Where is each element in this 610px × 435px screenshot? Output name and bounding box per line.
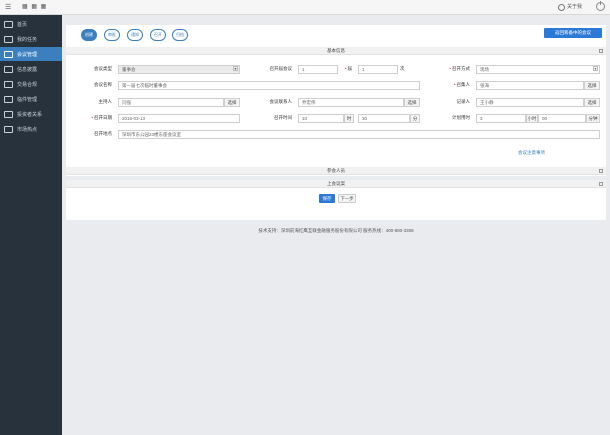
sidebar-item-my-tasks[interactable]: 我的任务 [0,32,62,46]
save-button[interactable]: 保存 [319,194,335,203]
basic-info-section: 基本信息 会议类型 董事会 ▾ 召开届会议 1 届 1 次 召开方式 现场 ▾ … [66,47,606,173]
convener-label: 召集人 [436,81,471,89]
session-number-label: 届 [340,65,353,73]
time-hour-field[interactable]: 10 [298,114,344,123]
session-label: 召开届会议 [269,66,293,71]
meeting-name-field[interactable]: 第一届七次临时董事会 [118,81,420,90]
duration-minutes-unit: 分钟 [586,114,600,123]
main-content: 创建 审批 通知 召开 归档 返回筹备中的会议 基本信息 会议类型 董事会 ▾ … [62,15,610,435]
duration-label: 计划用时 [452,115,470,120]
section-title: 参会人员 [327,168,345,173]
sidebar-item-label: 首页 [17,21,28,28]
step-create[interactable]: 创建 [81,29,97,41]
sidebar-item-meetings[interactable]: 会议管理 [0,47,62,61]
back-to-preparing-button[interactable]: 返回筹备中的会议 [544,28,602,38]
convener-select-button[interactable]: 选择 [584,81,600,90]
task-icon [4,35,13,43]
section-header[interactable]: 基本信息 [66,47,606,55]
sidebar-item-label: 会议管理 [17,51,38,58]
sidebar-item-investor-relations[interactable]: 投资者关系 [0,107,62,121]
sidebar: 首页 我的任务 会议管理 信息披露 交易合规 临件管理 投资者关系 市场热点 [0,15,62,435]
form-actions: 保存 下一步 [66,190,606,212]
expand-icon[interactable] [599,182,603,186]
host-field[interactable]: 闫强 [118,98,224,107]
investor-icon [4,110,13,118]
apps-grid-icon[interactable]: ▦ ▦ ▦ [22,3,47,12]
power-icon[interactable] [596,1,605,11]
section-header[interactable]: 参会人员 [66,167,606,175]
sidebar-item-disclosure[interactable]: 信息披露 [0,62,62,76]
top-bar: ☰ ▦ ▦ ▦ 关于我 [0,0,610,15]
sidebar-item-label: 市场热点 [17,126,38,133]
market-icon [4,125,13,133]
sidebar-item-label: 临件管理 [17,96,38,103]
document-icon [4,95,13,103]
section-header[interactable]: 上会议案 [66,180,606,188]
agenda-section: 上会议案 保存 下一步 [66,180,606,220]
contact-field[interactable]: 乔宏伟 [298,98,404,107]
step-convene[interactable]: 召开 [150,29,166,41]
step-archive[interactable]: 归档 [172,29,188,41]
location-field[interactable]: 深圳市东公园23楼东座会议室 [118,130,600,139]
meeting-type-picker-icon[interactable]: ▾ [233,66,238,71]
time-label: 召开时间 [274,115,292,120]
duration-minutes-field[interactable]: 00 [538,114,586,123]
meeting-notes-link[interactable]: 会议注意事项 [518,149,545,156]
section-title: 基本信息 [327,48,345,53]
contact-label: 会议联系人 [269,99,293,104]
chevron-down-icon[interactable]: ▾ [593,66,598,71]
next-step-button[interactable]: 下一步 [338,194,356,203]
meeting-name-label: 会议名称 [94,82,112,87]
about-label: 关于我 [567,4,583,10]
session-field[interactable]: 1 [298,65,338,74]
duration-hours-unit: 小时 [526,114,538,123]
location-label: 召开地点 [94,131,112,136]
time-minute-field[interactable]: 30 [358,114,410,123]
convener-field[interactable]: 张海 [476,81,584,90]
home-icon [4,20,13,28]
meeting-icon [4,50,13,58]
host-select-button[interactable]: 选择 [224,98,240,107]
convene-mode-select[interactable]: 现场 [476,65,600,74]
sidebar-item-label: 交易合规 [17,81,38,88]
date-label: 召开日期 [80,114,112,122]
sidebar-item-documents[interactable]: 临件管理 [0,92,62,106]
contact-select-button[interactable]: 选择 [404,98,420,107]
expand-icon[interactable] [599,169,603,173]
sidebar-item-label: 信息披露 [17,66,38,73]
sidebar-item-label: 我的任务 [17,36,38,43]
convene-mode-label: 召开方式 [436,65,470,73]
recorder-field[interactable]: 王小静 [476,98,584,107]
time-minute-unit: 分 [410,114,420,123]
disclosure-icon [4,65,13,73]
about-me-link[interactable]: 关于我 [558,3,582,12]
participants-section: 参会人员 [66,167,606,176]
sidebar-item-label: 投资者关系 [17,111,43,118]
time-hour-unit: 时 [344,114,354,123]
recorder-select-button[interactable]: 选择 [584,98,600,107]
sidebar-item-compliance[interactable]: 交易合规 [0,77,62,91]
sidebar-item-market-hotspots[interactable]: 市场热点 [0,122,62,136]
menu-toggle-icon[interactable]: ☰ [5,3,11,12]
date-field[interactable]: 2015-03-13 [118,114,240,123]
session-number-field[interactable]: 1 [358,65,398,74]
meeting-type-label: 会议类型 [94,66,112,71]
compliance-icon [4,80,13,88]
session-number-unit: 次 [400,66,405,71]
step-approve[interactable]: 审批 [104,29,120,41]
duration-hours-field[interactable]: 3 [476,114,526,123]
gear-icon [558,4,565,11]
sidebar-item-home[interactable]: 首页 [0,17,62,31]
footer-support-text: 技术支持：深圳前海红鹰互联金融服务股份有限公司 服务热线：400-880-330… [258,228,414,233]
host-label: 主持人 [98,99,113,104]
meeting-type-field[interactable]: 董事会 [118,65,240,74]
section-title: 上会议案 [327,181,345,186]
recorder-label: 记录人 [456,99,471,104]
collapse-icon[interactable] [599,49,603,53]
step-notify[interactable]: 通知 [127,29,143,41]
